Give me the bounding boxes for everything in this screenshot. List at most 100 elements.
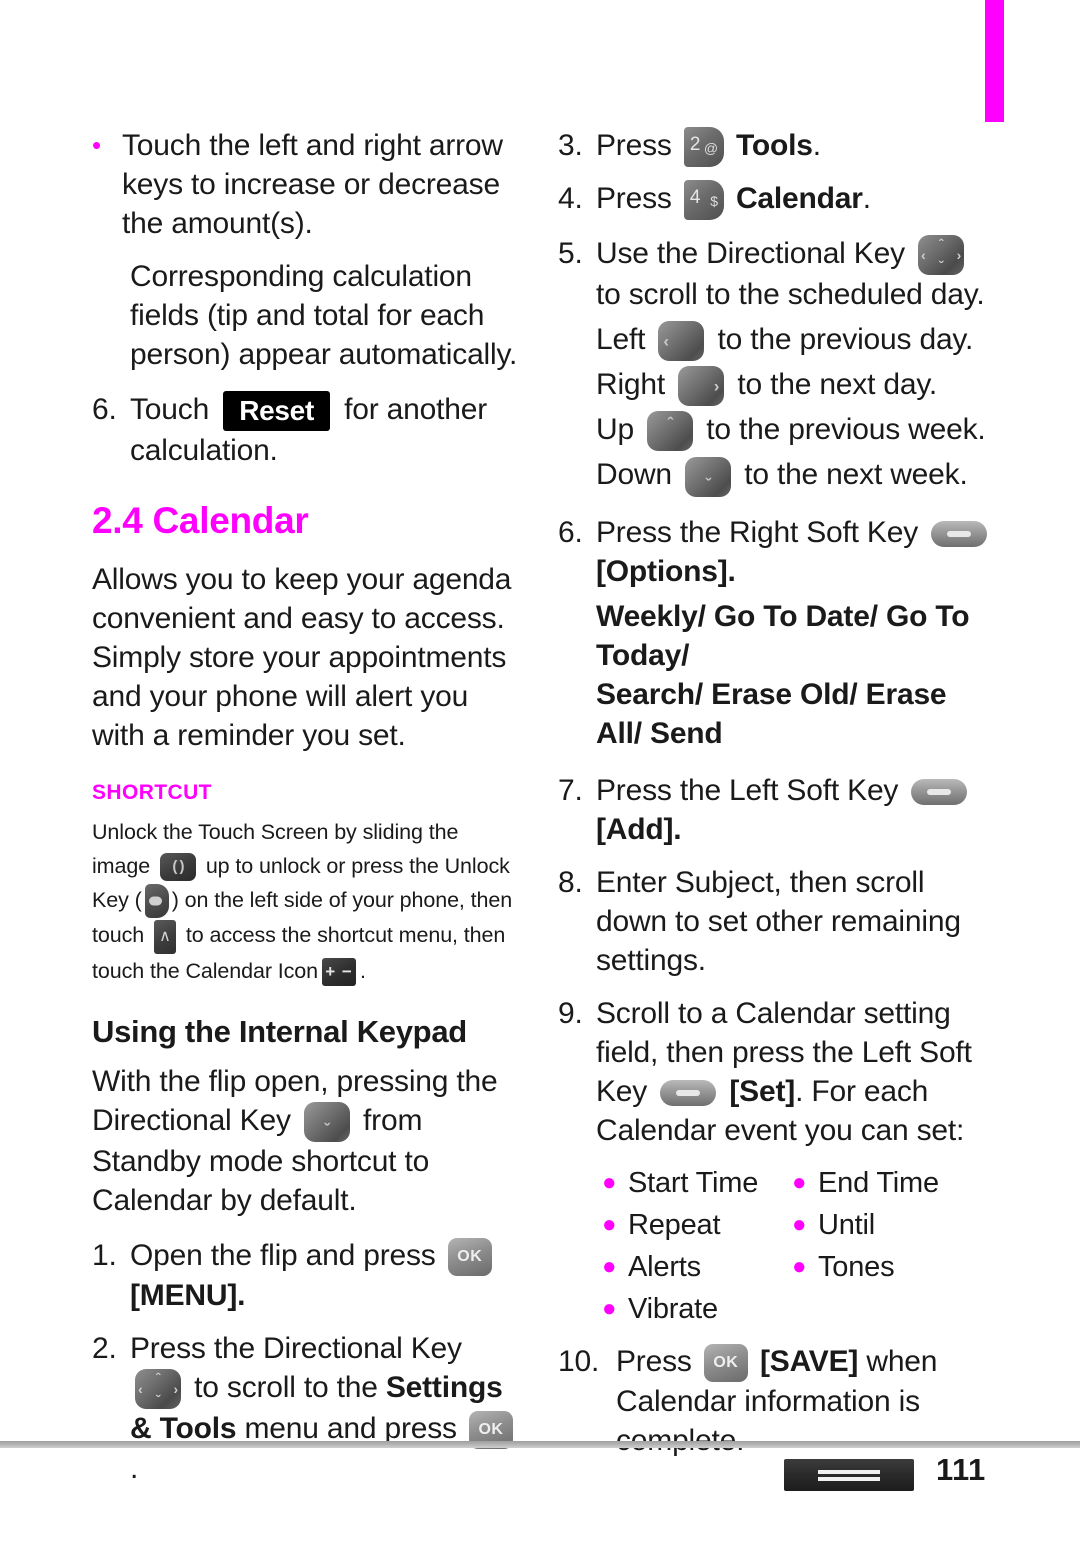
step-3-marker: 3. xyxy=(558,129,583,162)
setting-label: Repeat xyxy=(628,1208,721,1241)
step-3-text-before: Press xyxy=(596,129,672,162)
calendar-settings-list: ● Start Time ● End Time ● Repeat ● Until xyxy=(602,1162,982,1330)
tools-label: Tools xyxy=(735,129,813,162)
setting-label: Start Time xyxy=(628,1166,759,1199)
dpad-right-icon: › xyxy=(173,1380,179,1397)
step-2-text-before: Press the Directional Key xyxy=(130,1331,462,1365)
setting-alerts: ● Alerts xyxy=(602,1246,792,1288)
key-symbol: $ xyxy=(710,193,718,210)
step-6-marker: 6. xyxy=(92,393,117,426)
step-5: 5. Use the Directional Key ˆ ˇ ‹ › to sc… xyxy=(558,234,998,314)
chevron-down-icon: ˇ xyxy=(324,1119,330,1139)
direction-label: Up xyxy=(596,413,634,447)
step-7-text-before: Press the Left Soft Key xyxy=(596,773,899,807)
step-8: 8. Enter Subject, then scroll down to se… xyxy=(558,863,998,980)
step-6-marker: 6. xyxy=(558,515,583,549)
chevron-up-icon: ˆ xyxy=(667,414,673,434)
reset-button[interactable]: Reset xyxy=(223,391,330,432)
step-5-marker: 5. xyxy=(558,237,583,271)
step-1: 1. Open the flip and press OK [MENU]. xyxy=(92,1236,522,1315)
step-2-text-end: . xyxy=(130,1452,139,1486)
caret-up-icon: ∧ xyxy=(153,919,176,954)
key-symbol: @ xyxy=(703,140,718,157)
calendar-label: Calendar xyxy=(735,182,863,216)
brand-logo xyxy=(784,1459,914,1491)
step-3: 3. Press 2 @ Tools. xyxy=(558,126,998,168)
step-9: 9. Scroll to a Calendar setting field, t… xyxy=(558,994,998,1150)
direction-up: Up ˆ to the previous week. xyxy=(596,410,998,452)
step-2-marker: 2. xyxy=(92,1331,117,1365)
list-item: ● Vibrate xyxy=(602,1288,982,1330)
setting-vibrate: ● Vibrate xyxy=(602,1288,792,1330)
page-number: 111 xyxy=(936,1452,986,1487)
bullet-text: Touch the left and right arrow keys to i… xyxy=(122,129,503,240)
step-10-marker: 10. xyxy=(558,1344,600,1378)
shortcut-text-3: ) xyxy=(171,888,179,913)
shortcut-body: Unlock the Touch Screen by sliding the i… xyxy=(92,815,522,988)
step-6: 6. Touch Reset for another calculation. xyxy=(92,390,522,470)
directional-key-icon: ˆ ˇ ‹ › xyxy=(135,1368,181,1409)
step-8-text: Enter Subject, then scroll down to set o… xyxy=(596,865,961,977)
direction-label: Left xyxy=(596,323,646,357)
directional-key-icon: ˆ ˇ ‹ › xyxy=(918,235,965,276)
bullet-icon: ● xyxy=(602,1210,617,1238)
footer-divider xyxy=(0,1441,1080,1448)
step-8-marker: 8. xyxy=(558,865,583,899)
step-10-text-before: Press xyxy=(616,1344,692,1378)
arrow-right-key-icon: › xyxy=(678,366,725,407)
shortcut-text-8: . xyxy=(360,958,366,983)
key-digit: 4 xyxy=(689,187,701,209)
setting-until: ● Until xyxy=(792,1204,982,1246)
direction-label: Down xyxy=(596,458,672,492)
logo-bar-bottom xyxy=(818,1477,880,1481)
save-bracket-label: [SAVE] xyxy=(759,1344,859,1378)
chevron-left-icon: ‹ xyxy=(663,331,669,351)
direction-right: Right › to the next day. xyxy=(596,365,998,407)
arrow-down-key-icon: ˇ xyxy=(303,1101,350,1142)
dpad-up-icon: ˆ xyxy=(938,236,944,253)
step-6-right: 6. Press the Right Soft Key [Options]. xyxy=(558,513,998,591)
direction-left: Left ‹ to the previous day. xyxy=(596,320,998,362)
logo-bar-top xyxy=(818,1470,880,1474)
unlock-key-icon xyxy=(144,884,169,919)
left-column: • Touch the left and right arrow keys to… xyxy=(92,126,522,1502)
step-9-marker: 9. xyxy=(558,996,583,1030)
options-line-1: Weekly/ Go To Date/ Go To Today/ xyxy=(596,599,970,672)
ok-key-icon: OK xyxy=(447,1237,492,1276)
options-line-2: Search/ Erase Old/ Erase All/ Send xyxy=(596,677,947,750)
chevron-down-icon: ˇ xyxy=(705,474,711,494)
shortcut-text-5: to xyxy=(185,923,204,948)
bullet-icon: ● xyxy=(602,1168,617,1196)
calendar-intro: Allows you to keep your agenda convenien… xyxy=(92,563,512,753)
shortcut-text-7: Calendar Icon xyxy=(185,958,318,983)
step-2: 2. Press the Directional Key ˆ ˇ ‹ › to … xyxy=(92,1329,522,1488)
right-column: 3. Press 2 @ Tools. 4. Press 4 $ Calenda… xyxy=(558,126,998,1474)
calculation-fields-paragraph: Corresponding calculation fields (tip an… xyxy=(130,260,518,371)
bullet-icon: ● xyxy=(792,1252,807,1280)
step-6-text-before: Press the Right Soft Key xyxy=(596,515,919,549)
setting-label: Vibrate xyxy=(628,1292,718,1325)
setting-tones: ● Tones xyxy=(792,1246,982,1288)
dpad-down-icon: ˇ xyxy=(938,258,944,275)
dpad-right-icon: › xyxy=(956,247,962,264)
step-4-marker: 4. xyxy=(558,182,583,216)
setting-start-time: ● Start Time xyxy=(602,1162,792,1204)
bullet-icon: ● xyxy=(792,1210,807,1238)
calendar-shortcut-icon: + − xyxy=(322,958,356,987)
set-bracket-label: [Set] xyxy=(729,1074,796,1108)
internal-keypad-heading: Using the Internal Keypad xyxy=(92,1013,467,1049)
direction-down: Down ˇ to the next week. xyxy=(596,455,998,497)
direction-text: to the previous week. xyxy=(706,413,986,447)
left-soft-key-icon xyxy=(911,778,968,805)
direction-text: to the next week. xyxy=(744,458,968,492)
dpad-down-icon: ˇ xyxy=(155,1391,161,1408)
setting-end-time: ● End Time xyxy=(792,1162,982,1204)
dpad-left-icon: ‹ xyxy=(138,1380,143,1397)
bullet-icon: ● xyxy=(602,1294,617,1322)
left-soft-key-icon xyxy=(660,1079,717,1106)
list-item: ● Alerts ● Tones xyxy=(602,1246,982,1288)
bullet-marker: • xyxy=(92,130,101,160)
numeric-key-4-icon: 4 $ xyxy=(683,180,724,221)
step-4-text-after: . xyxy=(862,182,871,216)
bullet-icon: ● xyxy=(602,1252,617,1280)
